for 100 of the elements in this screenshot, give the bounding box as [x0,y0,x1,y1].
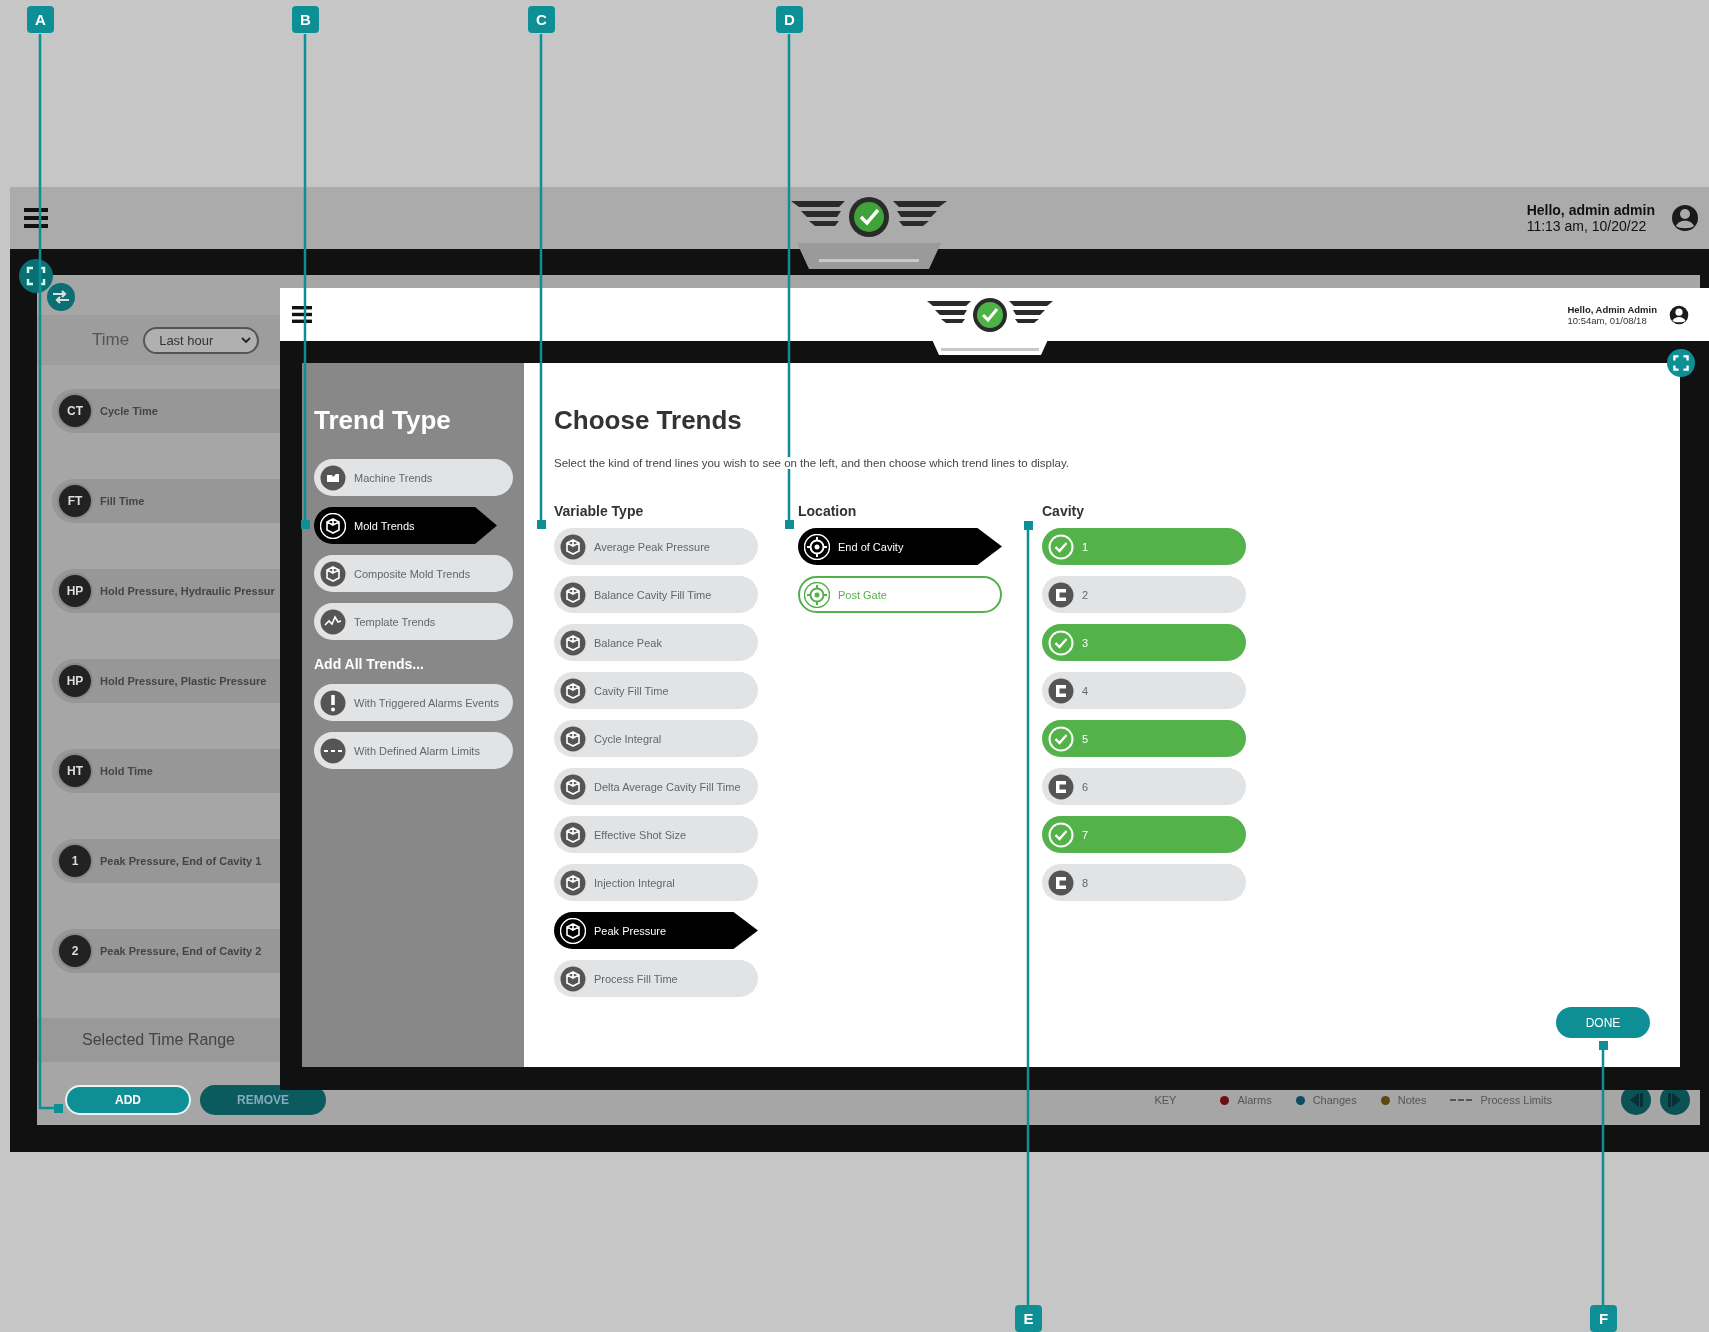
bracket-icon [1048,677,1074,704]
trend-name: Peak Pressure, End of Cavity 1 [100,855,262,867]
legend-label: Process Limits [1480,1094,1552,1106]
trend-row[interactable]: HP Hold Pressure, Plastic Pressure [52,659,280,703]
legend-dashes [1450,1099,1473,1101]
trend-name: Fill Time [100,495,145,507]
cavity-item[interactable]: 3 [1042,624,1246,661]
modal-title: Choose Trends [554,404,743,437]
variable-type-item[interactable]: Cavity Fill Time [554,672,758,709]
cube-icon [320,512,346,539]
checkmark-icon [1048,725,1074,752]
machine-icon [320,464,346,491]
cavity-item[interactable]: 1 [1042,528,1246,565]
target-icon [804,533,830,560]
trend-name: Hold Pressure, Plastic Pressure [100,675,267,687]
cavity-item[interactable]: 2 [1042,576,1246,613]
trend-row[interactable]: 2 Peak Pressure, End of Cavity 2 [52,929,280,973]
variable-type-item[interactable]: Effective Shot Size [554,816,758,853]
target-icon [804,581,830,608]
cavity-item[interactable]: 8 [1042,864,1246,901]
variable-type-item[interactable]: Injection Integral [554,864,758,901]
trend-type-item[interactable]: Template Trends [314,603,513,640]
trend-type-item[interactable]: Composite Mold Trends [314,555,513,592]
callout-label: F [1590,1305,1617,1332]
cavity-item[interactable]: 4 [1042,672,1246,709]
cube-icon [560,869,586,896]
section-title: Add All Trends... [314,656,425,672]
remove-button[interactable]: REMOVE [200,1085,326,1115]
callout-label: A [27,6,54,33]
bracket-icon [1048,581,1074,608]
greeting-text: Hello, Admin Admin [1567,303,1657,315]
add-button[interactable]: ADD [65,1085,191,1115]
trend-badge: 1 [57,843,93,879]
trend-badge: FT [57,483,93,519]
cube-icon [320,560,346,587]
variable-type-item[interactable]: Peak Pressure [554,912,758,949]
user-icon[interactable] [1669,304,1689,325]
trend-name: Peak Pressure, End of Cavity 2 [100,945,262,957]
cube-icon [560,773,586,800]
trend-badge: HP [57,663,93,699]
variable-type-item[interactable]: Average Peak Pressure [554,528,758,565]
trend-row[interactable]: CT Cycle Time [52,389,280,433]
trend-type-item[interactable]: Machine Trends [314,459,513,496]
column-heading: Location [798,503,858,519]
datetime-text: 11:13 am, 10/20/22 [1526,218,1647,234]
legend-label: Alarms [1237,1094,1272,1106]
time-select[interactable]: Last hour [143,326,260,354]
variable-type-item[interactable]: Balance Cavity Fill Time [554,576,758,613]
variable-type-item[interactable]: Cycle Integral [554,720,758,757]
cavity-item[interactable]: 5 [1042,720,1246,757]
legend-title: KEY [1154,1094,1177,1106]
greeting-text: Hello, admin admin [1526,202,1655,218]
callout-label: E [1015,1305,1042,1332]
trend-name: Hold Pressure, Hydraulic Pressur [100,585,275,597]
bracket-icon [1048,773,1074,800]
cube-icon [560,677,586,704]
cube-icon [560,533,586,560]
swap-icon[interactable] [47,283,75,311]
column-heading: Cavity [1042,503,1086,519]
cavity-item[interactable]: 6 [1042,768,1246,805]
expand-icon[interactable] [1667,349,1695,377]
trend-row[interactable]: FT Fill Time [52,479,280,523]
cube-icon [560,725,586,752]
add-all-item[interactable]: With Defined Alarm Limits [314,732,513,769]
variable-type-item[interactable]: Process Fill Time [554,960,758,997]
time-label: Time [92,330,130,350]
sidebar-title: Trend Type [314,404,452,437]
variable-type-item[interactable]: Balance Peak [554,624,758,661]
trend-row[interactable]: 1 Peak Pressure, End of Cavity 1 [52,839,280,883]
column-heading: Variable Type [554,503,645,519]
trend-name: Cycle Time [100,405,158,417]
range-title: Selected Time Range [37,1018,280,1062]
trend-row[interactable]: HP Hold Pressure, Hydraulic Pressur [52,569,280,613]
add-all-item[interactable]: With Triggered Alarms Events [314,684,513,721]
location-item[interactable]: End of Cavity [798,528,1002,565]
trend-row[interactable]: HT Hold Time [52,749,280,793]
checkmark-icon [1048,821,1074,848]
menu-icon[interactable] [24,208,48,228]
checkmark-icon [1048,533,1074,560]
cube-icon [560,629,586,656]
expand-icon[interactable] [19,259,53,293]
legend-label: Changes [1312,1094,1357,1106]
checkmark-icon [1048,629,1074,656]
cube-icon [560,581,586,608]
trend-name: Hold Time [100,765,153,777]
location-item[interactable]: Post Gate [798,576,1002,613]
bracket-icon [1048,869,1074,896]
callout-label: C [528,6,555,33]
user-icon[interactable] [1671,204,1699,232]
variable-type-item[interactable]: Delta Average Cavity Fill Time [554,768,758,805]
cube-icon [560,917,586,944]
caret-icon [241,336,252,344]
callout-label: B [292,6,319,33]
cavity-item[interactable]: 7 [1042,816,1246,853]
done-button[interactable]: DONE [1556,1007,1650,1038]
legend-label: Notes [1397,1094,1427,1106]
instruction-text: Select the kind of trend lines you wish to see on the left, and then choose which trend lines to display. [554,457,1070,469]
trend-type-item[interactable]: Mold Trends [314,507,497,544]
menu-icon[interactable] [292,306,312,323]
exclamation-icon [320,689,346,716]
